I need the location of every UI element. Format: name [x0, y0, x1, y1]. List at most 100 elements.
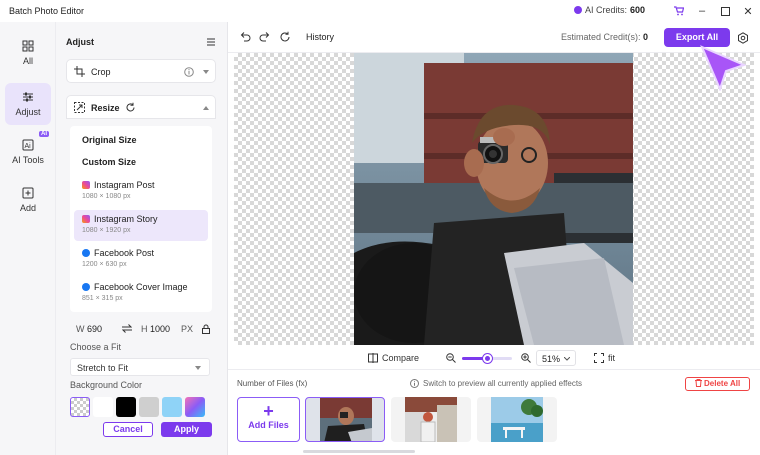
zoom-select[interactable]: 51% — [536, 350, 576, 366]
nav-label-ai-tools: AI Tools — [12, 155, 44, 165]
compare-label: Compare — [382, 353, 420, 363]
resize-icon — [74, 102, 85, 113]
preset-dim: 1080 × 1080 px — [82, 193, 131, 200]
zoom-bar: Compare 51% fit — [228, 347, 760, 369]
app-title: Batch Photo Editor — [9, 6, 85, 16]
bg-color-label: Background Color — [70, 380, 143, 390]
swatch-transparent[interactable] — [70, 397, 90, 417]
nav-item-all[interactable]: All — [5, 32, 51, 74]
chevron-down-icon — [564, 357, 570, 361]
nav-item-ai-tools[interactable]: AI Ai AI Tools — [5, 131, 51, 173]
zoom-in-icon[interactable] — [521, 353, 531, 363]
swap-icon[interactable] — [122, 324, 132, 333]
plus-icon: + — [263, 401, 274, 421]
cursor-arrow-icon — [700, 45, 746, 91]
minimize-button[interactable]: – — [694, 3, 710, 19]
refresh-icon[interactable] — [279, 31, 291, 43]
zoom-slider-handle[interactable] — [482, 354, 492, 363]
preset-dim: 1200 × 630 px — [82, 261, 127, 268]
ai-credits-value: 600 — [630, 5, 646, 15]
apply-button[interactable]: Apply — [161, 422, 212, 437]
image-canvas[interactable] — [234, 53, 754, 345]
resize-section[interactable]: Resize — [66, 95, 216, 119]
compare-button[interactable]: Compare — [368, 353, 419, 363]
cancel-button[interactable]: Cancel — [103, 422, 153, 437]
grid-icon — [22, 40, 34, 52]
custom-size-option[interactable]: Custom Size — [82, 157, 136, 167]
collapse-icon[interactable] — [206, 37, 216, 47]
preset-facebook-post[interactable]: Facebook Post 1200 × 630 px — [74, 245, 208, 275]
dimension-row: W 690 H 1000 PX — [70, 322, 220, 336]
preset-name: Instagram Post — [94, 180, 155, 190]
ai-credits-label: AI Credits: — [585, 5, 628, 15]
history-button[interactable]: History — [300, 28, 340, 46]
delete-all-label: Delete All — [704, 379, 741, 388]
add-files-button[interactable]: + Add Files — [237, 397, 300, 442]
lock-icon[interactable] — [202, 324, 210, 334]
facebook-icon — [82, 283, 90, 291]
bg-color-swatches — [70, 397, 205, 417]
fit-label-zoom: fit — [608, 353, 616, 363]
title-bar: Batch Photo Editor AI Credits: 600 – ✕ — [0, 0, 760, 22]
editor-toolbar: History Estimated Credit(s): 0 Export Al… — [228, 22, 760, 53]
settings-icon[interactable] — [737, 32, 749, 44]
estimated-credits-value: 0 — [643, 32, 649, 42]
reset-icon[interactable] — [125, 102, 136, 113]
nav-label-all: All — [22, 56, 33, 66]
preset-instagram-story[interactable]: Instagram Story 1080 × 1920 px — [74, 210, 208, 241]
width-label: W — [76, 324, 85, 334]
maximize-button[interactable] — [717, 3, 733, 19]
info-icon[interactable] — [184, 67, 194, 77]
zoom-value: 51% — [542, 354, 561, 364]
swatch-light-blue[interactable] — [162, 397, 182, 417]
trash-icon — [694, 379, 702, 387]
crop-label: Crop — [91, 67, 111, 77]
zoom-slider[interactable] — [462, 354, 512, 363]
swatch-white[interactable] — [93, 397, 113, 417]
crop-icon — [74, 66, 85, 77]
file-thumbnail[interactable] — [305, 397, 385, 442]
preset-instagram-post[interactable]: Instagram Post 1080 × 1080 px — [74, 177, 208, 207]
ai-badge: AI — [39, 131, 49, 137]
preset-dim: 1080 × 1920 px — [82, 227, 131, 234]
width-input[interactable]: 690 — [87, 324, 102, 334]
add-files-label: Add Files — [248, 420, 289, 430]
facebook-icon — [82, 249, 90, 257]
fit-button[interactable]: fit — [594, 353, 615, 363]
swatch-black[interactable] — [116, 397, 136, 417]
resize-label: Resize — [91, 103, 120, 113]
adjust-panel: Adjust Crop Resize Original Size Custom … — [56, 22, 228, 455]
thumbnail-scrollbar[interactable] — [303, 450, 415, 453]
delete-all-button[interactable]: Delete All — [685, 377, 750, 391]
fit-select[interactable]: Stretch to Fit — [70, 358, 210, 376]
sliders-icon — [23, 92, 33, 102]
nav-item-add[interactable]: Add — [5, 179, 51, 221]
preset-dim: 851 × 315 px — [82, 295, 123, 302]
ai-credits: AI Credits: 600 — [574, 5, 645, 15]
chevron-down-icon — [203, 70, 209, 74]
swatch-gray[interactable] — [139, 397, 159, 417]
height-input[interactable]: 1000 — [150, 324, 170, 334]
swatch-gradient[interactable] — [185, 397, 205, 417]
chevron-up-icon — [203, 106, 209, 110]
nav-item-adjust[interactable]: Adjust — [5, 83, 51, 125]
preset-facebook-cover[interactable]: Facebook Cover Image 851 × 315 px — [74, 279, 208, 309]
file-thumbnail[interactable] — [391, 397, 471, 442]
chevron-down-icon — [195, 366, 201, 370]
file-thumbnail[interactable] — [477, 397, 557, 442]
ai-tools-icon: Ai — [22, 139, 34, 151]
fit-icon — [594, 353, 604, 363]
svg-text:Ai: Ai — [25, 143, 32, 150]
estimated-credits: Estimated Credit(s): 0 — [561, 32, 648, 42]
credit-coin-icon — [574, 6, 582, 14]
unit-label: PX — [181, 324, 194, 334]
undo-icon[interactable] — [239, 31, 251, 43]
zoom-out-icon[interactable] — [446, 353, 456, 363]
original-size-option[interactable]: Original Size — [82, 135, 137, 145]
redo-icon[interactable] — [259, 31, 271, 43]
close-button[interactable]: ✕ — [740, 3, 756, 19]
crop-section[interactable]: Crop — [66, 59, 216, 83]
size-preset-list: Original Size Custom Size Instagram Post… — [70, 126, 212, 312]
cart-icon[interactable] — [674, 6, 684, 16]
compare-icon — [368, 353, 378, 363]
